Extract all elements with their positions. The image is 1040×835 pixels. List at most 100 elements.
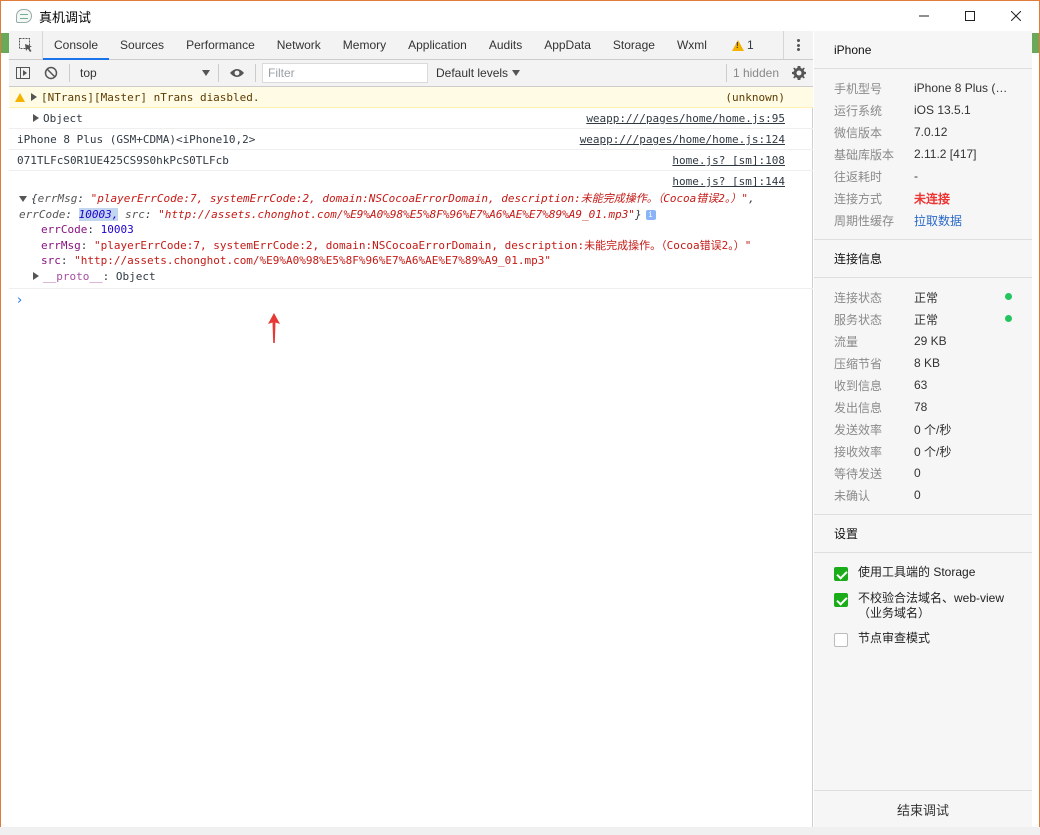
checkbox-checked[interactable] — [834, 567, 848, 581]
message-source-link[interactable]: weapp:///pages/home/home.js:124 — [580, 133, 785, 146]
expand-triangle-icon[interactable] — [33, 271, 39, 280]
compression-saved-row: 压缩节省 8 KB — [834, 356, 941, 371]
maximize-button[interactable] — [947, 1, 993, 31]
wechat-version-row: 微信版本 7.0.12 — [834, 125, 948, 140]
received-msgs-row: 收到信息 63 — [834, 378, 928, 393]
context-value: top — [80, 66, 97, 80]
warning-icon — [15, 93, 25, 102]
collapse-triangle-icon[interactable] — [19, 196, 27, 202]
console-log-message: 071TLFcS0R1UE425CS9S0hkPcS0TLFcb home.js… — [9, 150, 813, 171]
toolbar-divider — [218, 64, 219, 82]
expand-triangle-icon[interactable] — [33, 114, 39, 122]
object-property-errmsg: errMsg: "playerErrCode:7, systemErrCode:… — [41, 238, 752, 252]
chevron-down-icon — [202, 70, 210, 76]
background-window-strip — [1031, 33, 1039, 53]
console-prompt[interactable]: › — [9, 289, 813, 308]
tab-appdata[interactable]: AppData — [533, 31, 602, 59]
setting-skip-domain-check[interactable]: 不校验合法域名、web-view（业务域名） — [814, 591, 1032, 621]
chevron-down-icon — [512, 70, 521, 76]
live-expression-button[interactable] — [223, 60, 251, 86]
tab-storage[interactable]: Storage — [602, 31, 666, 59]
expand-triangle-icon[interactable] — [31, 93, 37, 101]
maximize-icon — [965, 11, 975, 21]
device-os-row: 运行系统 iOS 13.5.1 — [834, 103, 971, 118]
clear-console-button[interactable] — [37, 60, 65, 86]
hidden-messages-count: 1 hidden — [725, 64, 785, 82]
receive-rate-row: 接收效率 0 个/秒 — [834, 444, 952, 459]
tab-audits[interactable]: Audits — [478, 31, 533, 59]
tab-memory[interactable]: Memory — [332, 31, 397, 59]
context-selector[interactable]: top — [74, 63, 214, 83]
object-preview[interactable]: {errMsg: "playerErrCode:7, systemErrCode… — [19, 191, 783, 207]
setting-node-inspect-mode[interactable]: 节点审查模式 — [814, 631, 1032, 647]
info-icon[interactable]: i — [645, 209, 656, 220]
object-property-src: src: "http://assets.chonghot.com/%E9%A0%… — [41, 254, 551, 267]
minimize-button[interactable] — [901, 1, 947, 31]
gear-icon — [792, 66, 806, 80]
window-title: 真机调试 — [39, 9, 92, 25]
message-text: 071TLFcS0R1UE425CS9S0hkPcS0TLFcb — [17, 153, 229, 167]
device-panel-title: iPhone — [814, 31, 1032, 69]
console-log-message[interactable]: Object weapp:///pages/home/home.js:95 — [9, 108, 813, 129]
close-icon — [1011, 11, 1021, 21]
console-settings-button[interactable] — [785, 60, 813, 86]
service-status-row: 服务状态 正常 — [814, 308, 1032, 330]
title-bar[interactable]: 真机调试 — [1, 1, 1039, 31]
settings-group: 使用工具端的 Storage 不校验合法域名、web-view（业务域名） 节点… — [814, 553, 1032, 647]
message-text: Object — [43, 111, 83, 125]
toggle-sidebar-button[interactable] — [9, 60, 37, 86]
tab-console[interactable]: Console — [43, 31, 110, 60]
console-error-object: home.js? [sm]:144 {errMsg: "playerErrCod… — [9, 171, 813, 289]
connection-info-title: 连接信息 — [814, 240, 1032, 278]
object-property-proto[interactable]: __proto__: Object — [25, 269, 783, 285]
status-ok-icon — [1005, 293, 1012, 300]
red-arrow-annotation-icon — [268, 313, 280, 343]
setting-use-tool-storage[interactable]: 使用工具端的 Storage — [814, 565, 1032, 581]
window-bottom-border — [0, 827, 1040, 835]
connection-status-row: 连接状态 正常 — [814, 286, 1032, 308]
window-controls — [901, 1, 1039, 31]
traffic-row: 流量 29 KB — [834, 334, 947, 349]
checkbox-checked[interactable] — [834, 593, 848, 607]
message-text: iPhone 8 Plus (GSM+CDMA)<iPhone10,2> — [17, 132, 256, 146]
object-property-errcode: errCode: 10003 — [41, 223, 134, 236]
clear-icon — [44, 66, 58, 80]
console-warning-message[interactable]: [NTrans][Master] nTrans diasbled. (unkno… — [9, 87, 813, 108]
inspect-cursor-icon — [18, 38, 32, 52]
tab-application[interactable]: Application — [397, 31, 478, 59]
checkbox-unchecked[interactable] — [834, 633, 848, 647]
connection-info-group: 连接状态 正常 服务状态 正常 流量 29 KB 压缩节省 8 KB 收到信息 63 发出… — [814, 278, 1032, 515]
object-preview-cont: errCode: 10003, src: "http://assets.chon… — [19, 207, 783, 223]
tab-performance[interactable]: Performance — [175, 31, 266, 59]
device-info-group: 手机型号iPhone 8 Plus (GSM+CDMA) 运行系统iOS 13.… — [814, 69, 1032, 240]
message-source-link[interactable]: home.js? [sm]:144 — [672, 174, 785, 190]
fetch-data-link[interactable]: 拉取数据 — [914, 212, 1014, 229]
close-button[interactable] — [993, 1, 1039, 31]
device-model-row: 手机型号iPhone 8 Plus (GSM+CDMA) — [834, 81, 1014, 96]
tab-sources[interactable]: Sources — [109, 31, 175, 59]
warnings-counter[interactable]: 1 — [718, 31, 762, 59]
sidebar-toggle-icon — [16, 67, 30, 79]
log-levels-dropdown[interactable]: Default levels — [436, 66, 521, 80]
kebab-menu-icon — [797, 38, 800, 53]
console-log-message: iPhone 8 Plus (GSM+CDMA)<iPhone10,2> wea… — [9, 129, 813, 150]
message-source-link[interactable]: home.js? [sm]:108 — [672, 154, 785, 167]
message-source-link[interactable]: weapp:///pages/home/home.js:95 — [586, 112, 785, 125]
send-rate-row: 发送效率 0 个/秒 — [834, 422, 952, 437]
warning-icon — [731, 39, 744, 51]
tab-network[interactable]: Network — [266, 31, 332, 59]
pending-send-row: 等待发送 0 — [834, 466, 921, 481]
filter-input[interactable] — [262, 63, 428, 83]
inspect-element-button[interactable] — [9, 31, 43, 59]
settings-title: 设置 — [814, 515, 1032, 553]
stop-debugging-button[interactable]: 结束调试 — [814, 790, 1032, 828]
unconfirmed-row: 未确认 0 — [834, 488, 921, 503]
devtools-window: 真机调试 Console Sources Performance Network… — [0, 0, 1040, 835]
message-text: [NTrans][Master] nTrans diasbled. — [41, 90, 260, 104]
background-window-strip — [1, 33, 9, 53]
tab-wxml[interactable]: Wxml — [666, 31, 718, 59]
periodic-cache-row: 周期性缓存 拉取数据 — [814, 209, 1032, 231]
message-source: (unknown) — [725, 91, 785, 104]
more-options-button[interactable] — [783, 31, 813, 59]
console-toolbar: top Default levels 1 hidden — [9, 60, 813, 87]
